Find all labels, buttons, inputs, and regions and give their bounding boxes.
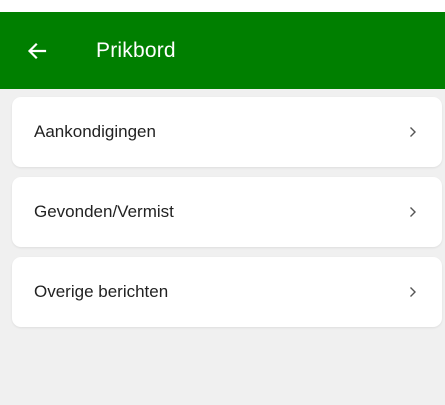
- page-title: Prikbord: [96, 38, 176, 62]
- list-item-label: Gevonden/Vermist: [34, 202, 174, 221]
- back-button[interactable]: [20, 34, 54, 68]
- list-item-label: Aankondigingen: [34, 122, 156, 141]
- chevron-right-icon: [408, 285, 418, 299]
- arrow-left-icon: [27, 42, 47, 59]
- chevron-right-icon: [408, 205, 418, 219]
- app-bar: Prikbord: [0, 12, 445, 89]
- list-item-overige-berichten[interactable]: Overige berichten: [12, 257, 442, 327]
- content-area: Aankondigingen Gevonden/Vermist Overige …: [0, 89, 445, 405]
- list-item-label: Overige berichten: [34, 282, 169, 301]
- screen: Prikbord Aankondigingen Gevonden/Vermist…: [0, 0, 445, 405]
- list-item-gevonden-vermist[interactable]: Gevonden/Vermist: [12, 177, 442, 247]
- chevron-right-icon: [408, 125, 418, 139]
- list-item-aankondigingen[interactable]: Aankondigingen: [12, 97, 442, 167]
